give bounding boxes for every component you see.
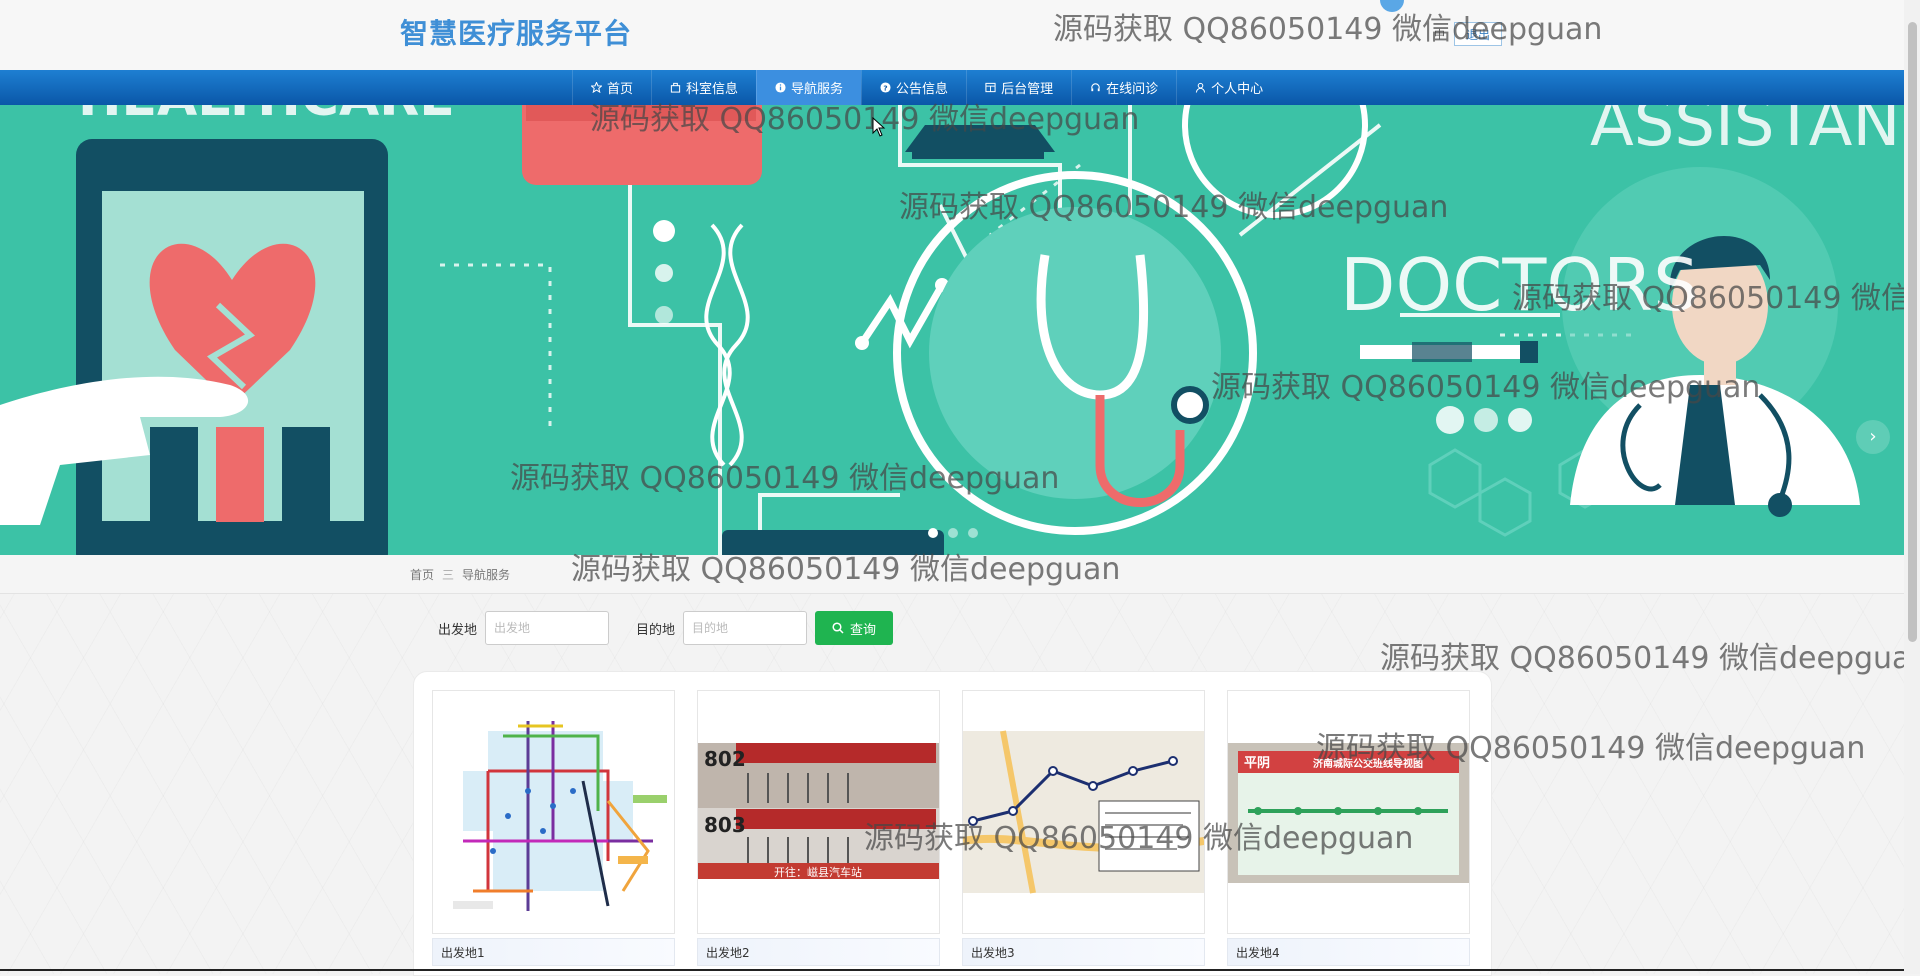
search-button[interactable]: 查询 [815, 611, 894, 645]
header: 智慧医疗服务平台 中 退出 [0, 0, 1904, 70]
route-map-image[interactable] [432, 690, 675, 934]
bus-sign-footer: 开往：嵫县汽车站 [774, 865, 862, 879]
headset-icon [1091, 83, 1100, 92]
nav-item-profile[interactable]: 个人中心 [1176, 70, 1281, 105]
dashboard-icon [985, 82, 996, 93]
search-button-label: 查询 [850, 622, 877, 638]
result-label[interactable]: 出发地4 [1227, 938, 1470, 966]
carousel-dot[interactable] [948, 528, 958, 538]
watermark-text: 源码获取 QQ86050149 微信deepguan [590, 102, 1140, 137]
watermark-text: 源码获取 QQ86050149 微信deepguan [1053, 12, 1603, 47]
watermark-text: 源码获取 QQ86050149 微信deepguan [571, 552, 1121, 587]
watermark-text: 源码获取 QQ86050149 微信deepguan [510, 461, 1060, 496]
result-label[interactable]: 出发地3 [962, 938, 1205, 966]
to-label: 目的地 [636, 622, 676, 638]
building-icon [670, 82, 681, 93]
watermark-text: 源码获取 QQ86050149 微信deepguan [1211, 370, 1761, 405]
breadcrumb-separator: 三 [442, 567, 455, 582]
watermark-text: 源码获取 QQ86050149 微信deepguan [1380, 641, 1920, 676]
result-label[interactable]: 出发地2 [697, 938, 940, 966]
bottom-divider [0, 969, 1904, 971]
banner-text-assistance: ASSISTANCE [1590, 105, 1904, 161]
star-icon [591, 82, 602, 93]
carousel-indicators [928, 528, 978, 538]
banner-text-healthcare: HEALTHCARE [78, 105, 455, 128]
site-title[interactable]: 智慧医疗服务平台 [400, 12, 632, 52]
watermark-text: 源码获取 QQ86050149 微信deepguan [864, 821, 1414, 856]
breadcrumb-current: 导航服务 [462, 567, 511, 582]
carousel-dot[interactable] [968, 528, 978, 538]
to-input[interactable] [683, 611, 808, 645]
carousel-dot[interactable] [928, 528, 938, 538]
vertical-scrollbar[interactable] [1904, 0, 1920, 974]
nav-label: 个人中心 [1211, 82, 1264, 97]
carousel-next-button[interactable]: › [1856, 420, 1890, 454]
mouse-cursor-icon [872, 117, 886, 137]
breadcrumb-home[interactable]: 首页 [410, 566, 434, 583]
breadcrumb: 首页 三 导航服务 [410, 555, 510, 593]
from-label: 出发地 [438, 622, 478, 638]
bus-line-2: 803 [704, 813, 746, 837]
search-icon [832, 622, 844, 634]
watermark-text: 源码获取 QQ86050149 微信deepguan [1316, 731, 1866, 766]
user-icon [1195, 82, 1206, 93]
scrollbar-thumb[interactable] [1908, 22, 1917, 642]
search-form: 出发地 目的地 查询 [438, 611, 894, 645]
question-circle-icon: ? [880, 82, 891, 93]
svg-text:?: ? [883, 83, 887, 92]
route-diagram-image[interactable] [962, 690, 1205, 934]
bus-line-1: 802 [704, 747, 746, 771]
station-sign-left: 平阴 [1244, 756, 1270, 771]
info-circle-icon [775, 82, 786, 93]
result-label[interactable]: 出发地1 [432, 938, 675, 966]
watermark-text: 源码获取 QQ86050149 微信deepguan [1512, 281, 1920, 316]
carousel-prev-button[interactable]: ‹ [14, 420, 48, 454]
from-input[interactable] [485, 611, 610, 645]
watermark-text: 源码获取 QQ86050149 微信deepguan [899, 190, 1449, 225]
bus-sign-image[interactable]: 802 803 开往：嵫县汽车站 [697, 690, 940, 934]
result-card[interactable]: 出发地1 [432, 690, 675, 972]
